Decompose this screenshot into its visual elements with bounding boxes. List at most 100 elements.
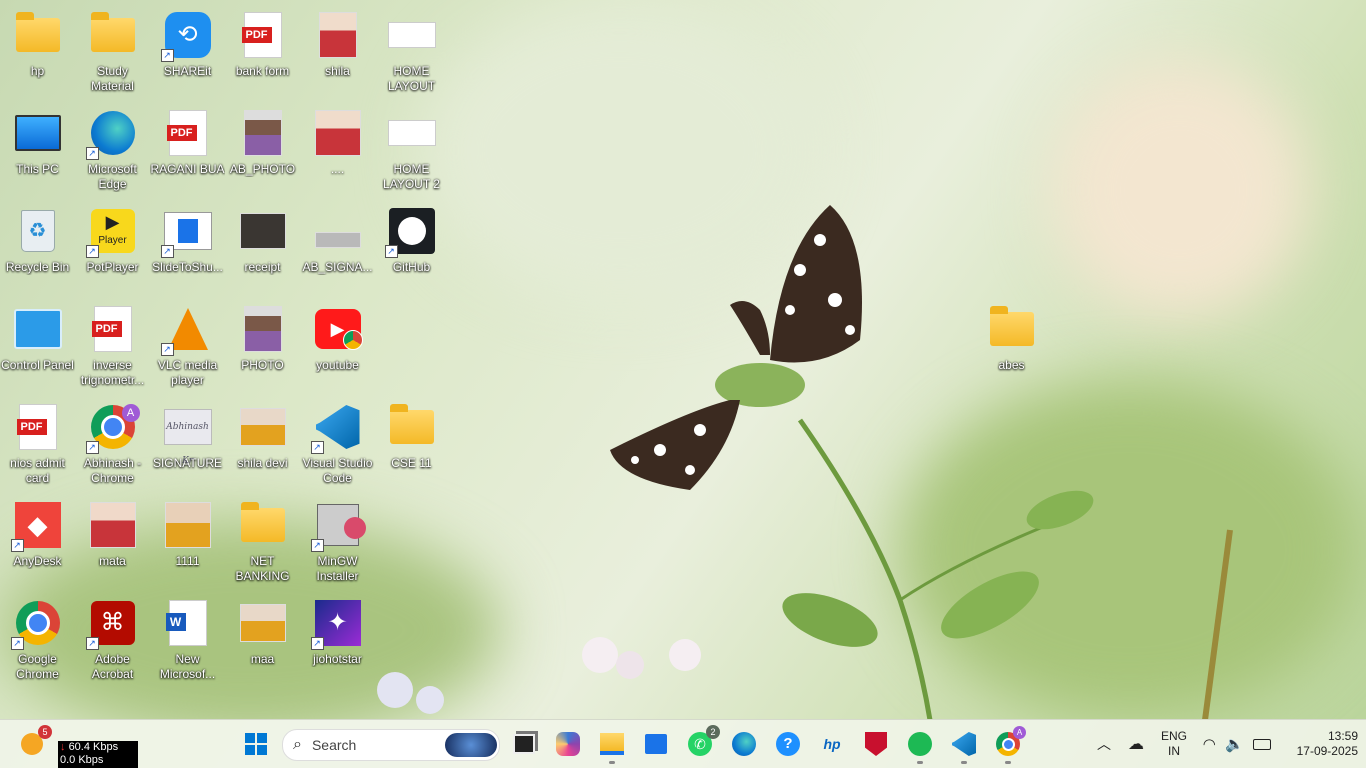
- shortcut-arrow-icon: ↗: [10, 637, 24, 650]
- desktop-icon-nios-admit-card[interactable]: PDF nios admit card: [0, 396, 75, 492]
- desktop-icon-home-layout[interactable]: HOME LAYOUT: [374, 4, 449, 100]
- desktop-icon-cse-11[interactable]: CSE 11: [374, 396, 449, 492]
- signature-image-icon: Abhinash Kr: [163, 409, 212, 466]
- desktop-icon-signature[interactable]: Abhinash Kr SIGNATURE: [150, 396, 225, 492]
- shortcut-arrow-icon: ↗: [85, 637, 99, 650]
- wifi-icon: ◠: [1202, 736, 1216, 753]
- search-highlight-globe-icon: [445, 733, 497, 757]
- desktop-icon-recycle-bin[interactable]: ♻ Recycle Bin: [0, 200, 75, 296]
- desktop-icon-control-panel[interactable]: Control Panel: [0, 298, 75, 394]
- photo-thumbnail-icon: [314, 110, 361, 156]
- vscode-button[interactable]: [948, 728, 980, 764]
- shortcut-arrow-icon: ↗: [310, 441, 324, 454]
- folder-icon: [389, 404, 434, 444]
- photo-thumbnail-icon: [314, 232, 361, 248]
- folder-icon: [15, 12, 60, 52]
- chrome-button[interactable]: A: [992, 726, 1026, 764]
- shortcut-arrow-icon: ↗: [310, 539, 324, 552]
- desktop-icon-jiohotstar[interactable]: ✦ ↗ jiohotstar: [300, 592, 375, 688]
- desktop-icon-shareit[interactable]: ⟲ ↗ SHAREit: [150, 4, 225, 100]
- desktop-icon-shila[interactable]: shila: [300, 4, 375, 100]
- control-panel-icon: [13, 309, 62, 349]
- desktop-icon-receipt[interactable]: receipt: [225, 200, 300, 296]
- pdf-file-icon: PDF: [91, 306, 132, 352]
- quick-settings-button[interactable]: ◠ 🔈: [1198, 732, 1276, 756]
- get-help-button[interactable]: ?: [772, 728, 804, 760]
- desktop-icon-home-layout-2[interactable]: HOME LAYOUT 2: [374, 102, 449, 198]
- desktop-icon-abes[interactable]: abes: [974, 298, 1049, 394]
- desktop-icon-google-chrome[interactable]: ↗ Google Chrome: [0, 592, 75, 688]
- whatsapp-badge: 2: [706, 725, 720, 739]
- desktop-icon-youtube[interactable]: ▶ youtube: [300, 298, 375, 394]
- desktop-icon-shila-devi[interactable]: shila devi: [225, 396, 300, 492]
- edge-button[interactable]: [728, 728, 760, 760]
- language-indicator[interactable]: ENG IN: [1156, 729, 1192, 759]
- recycle-bin-icon: ♻: [20, 210, 55, 252]
- widgets-button[interactable]: 5: [16, 725, 52, 760]
- shortcut-arrow-icon: ↗: [160, 343, 174, 356]
- hp-app-button[interactable]: hp: [816, 728, 848, 760]
- copilot-button[interactable]: [552, 728, 584, 760]
- onedrive-button[interactable]: ☁: [1120, 728, 1152, 760]
- desktop-icon-study-material[interactable]: Study Material: [75, 4, 150, 100]
- task-view-icon: [513, 734, 535, 754]
- desktop-icon-inverse-trignometry[interactable]: PDF inverse trignometr...: [75, 298, 150, 394]
- task-view-button[interactable]: [508, 728, 540, 760]
- desktop-icon-anydesk[interactable]: ◆ ↗ AnyDesk: [0, 494, 75, 590]
- pdf-file-icon: PDF: [16, 404, 57, 450]
- copilot-icon: [556, 732, 580, 756]
- shortcut-arrow-icon: ↗: [85, 245, 99, 258]
- word-document-icon: W: [165, 600, 207, 646]
- show-hidden-icons-button[interactable]: ︿: [1088, 728, 1120, 760]
- desktop-icon-github[interactable]: ↗ GitHub: [374, 200, 449, 296]
- taskbar-search-box[interactable]: ⌕ Search: [282, 729, 500, 761]
- desktop-icon-new-microsoft-word[interactable]: W New Microsof...: [150, 592, 225, 688]
- mcafee-button[interactable]: [860, 728, 892, 760]
- desktop-icon-net-banking[interactable]: NET BANKING: [225, 494, 300, 590]
- desktop-icon-ab-photo[interactable]: AB_PHOTO: [225, 102, 300, 198]
- start-button[interactable]: [240, 728, 272, 760]
- running-indicator: [961, 761, 967, 764]
- clock[interactable]: 13:59 17-09-2025: [1282, 729, 1358, 759]
- desktop-icon-abhinash-chrome[interactable]: A ↗ Abhinash - Chrome: [75, 396, 150, 492]
- desktop-icon-1111[interactable]: 1111: [150, 494, 225, 590]
- desktop-icon-adobe-acrobat[interactable]: ⌘ ↗ Adobe Acrobat: [75, 592, 150, 688]
- desktop-icon-dots[interactable]: ....: [300, 102, 375, 198]
- net-down-text: 60.4 Kbps: [68, 741, 119, 753]
- desktop-icon-hp[interactable]: hp: [0, 4, 75, 100]
- microsoft-store-button[interactable]: [640, 728, 672, 760]
- shortcut-arrow-icon: ↗: [85, 147, 99, 160]
- floor-plan-thumbnail-icon: [387, 120, 436, 146]
- desktop-icon-mingw-installer[interactable]: ↗ MinGW Installer: [300, 494, 375, 590]
- photo-thumbnail-icon: [318, 12, 357, 58]
- whatsapp-button[interactable]: ✆ 2: [684, 725, 720, 760]
- desktop-icon-visual-studio-code[interactable]: ↗ Visual Studio Code: [300, 396, 375, 492]
- running-indicator: [609, 761, 615, 764]
- hp-logo-icon: hp: [823, 736, 841, 752]
- photo-thumbnail-icon: [239, 408, 286, 446]
- desktop-icon-ab-signature[interactable]: AB_SIGNA...: [300, 200, 375, 296]
- desktop-icon-this-pc[interactable]: This PC: [0, 102, 75, 198]
- desktop-icon-photo[interactable]: PHOTO: [225, 298, 300, 394]
- volume-icon: 🔈: [1225, 736, 1244, 753]
- vscode-icon: [952, 732, 976, 756]
- desktop-icon-bank-form[interactable]: PDF bank form: [225, 4, 300, 100]
- shortcut-arrow-icon: ↗: [384, 245, 398, 258]
- desktop-icon-maa[interactable]: maa: [225, 592, 300, 688]
- desktop-icon-mata[interactable]: mata: [75, 494, 150, 590]
- battery-icon: [1253, 738, 1272, 750]
- file-explorer-button[interactable]: [596, 728, 628, 764]
- photo-thumbnail-icon: [243, 110, 282, 156]
- desktop-icon-slidetoshutdown[interactable]: ↗ SlideToShu...: [150, 200, 225, 296]
- photo-thumbnail-icon: [239, 213, 286, 249]
- photo-thumbnail-icon: [243, 306, 282, 352]
- spotify-button[interactable]: [904, 728, 936, 764]
- desktop-icon-potplayer[interactable]: ▶ Player ↗ PotPlayer: [75, 200, 150, 296]
- desktop-icon-ragani-bua[interactable]: PDF RAGANI BUA: [150, 102, 225, 198]
- profile-avatar-icon: A: [121, 404, 140, 422]
- folder-icon: [989, 306, 1034, 346]
- clock-time: 13:59: [1327, 729, 1358, 743]
- photo-thumbnail-icon: [239, 604, 286, 642]
- desktop-icon-microsoft-edge[interactable]: ↗ Microsoft Edge: [75, 102, 150, 198]
- desktop-icon-vlc[interactable]: ↗ VLC media player: [150, 298, 225, 394]
